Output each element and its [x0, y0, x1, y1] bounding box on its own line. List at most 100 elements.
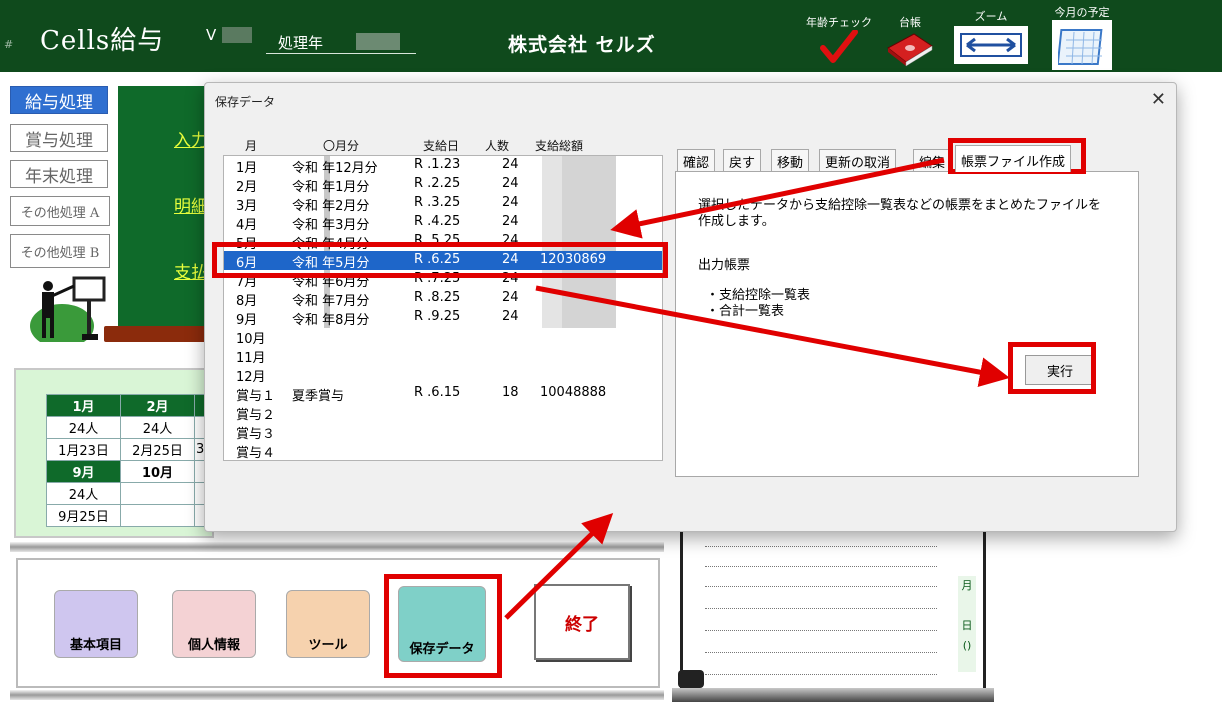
personal-info-button[interactable]: 個人情報 — [172, 590, 256, 658]
tab-confirm[interactable]: 確認 — [677, 149, 716, 171]
building-icon: 基本項目 — [54, 590, 138, 658]
list-row[interactable]: 賞与１ 夏季賞与 R .6.15 18 10048888 — [224, 384, 662, 404]
checkmark-icon — [820, 29, 858, 63]
list-cell-date: R .6.15 — [414, 385, 461, 400]
exit-button[interactable]: 終了 — [534, 584, 630, 660]
saved-data-dialog: 保存データ ✕ 月 〇月分 支給日 人数 支給総額 1月 令和 年12月分 R .1… — [204, 82, 1177, 532]
statement-link[interactable]: 明細 — [174, 192, 208, 217]
notebook-month-label: 月 — [961, 579, 973, 592]
list-row[interactable]: 賞与３ — [224, 422, 662, 442]
list-cell-count: 18 — [502, 385, 519, 400]
list-row[interactable]: 3月 令和 年2月分 R .3.25 24 — [224, 194, 662, 214]
close-icon[interactable]: ✕ — [1151, 89, 1166, 110]
basic-items-button[interactable]: 基本項目 — [54, 590, 138, 658]
calendar-icon — [1052, 20, 1112, 70]
version-label: V — [206, 26, 217, 44]
year-redacted — [356, 33, 400, 50]
age-check-label: 年齢チェック — [806, 16, 872, 29]
binder-icon — [887, 33, 933, 67]
list-cell-month: 8月 — [236, 294, 258, 309]
list-row[interactable]: 賞与４ — [224, 441, 662, 460]
list-cell-date: R .4.25 — [414, 214, 461, 229]
output-report-item: ・合計一覧表 — [706, 304, 785, 319]
list-cell-month: 賞与１ — [236, 389, 276, 404]
calendar-month-header: 1月 — [46, 394, 121, 417]
version-redacted — [222, 27, 252, 43]
shelf-rail-top — [10, 542, 664, 552]
list-row[interactable]: 9月 令和 年8月分 R .9.25 24 — [224, 308, 662, 328]
annotation-box-saved-data — [384, 574, 502, 678]
nav-payroll[interactable]: 給与処理 — [10, 86, 108, 114]
notebook-binding — [672, 688, 994, 702]
calendar-month-header: 9月 — [46, 460, 121, 483]
list-cell-total: 10048888 — [540, 385, 607, 400]
list-cell-period: 令和 年12月分 — [292, 161, 378, 176]
list-row[interactable]: 10月 — [224, 327, 662, 347]
age-check-button[interactable]: 年齢チェック — [806, 14, 872, 69]
tab-cancel-update[interactable]: 更新の取消 — [819, 149, 897, 171]
column-total: 支給総額 — [535, 139, 584, 153]
worker-icon: ツール — [286, 590, 370, 658]
list-row[interactable]: 11月 — [224, 346, 662, 366]
list-cell-period: 令和 年7月分 — [292, 294, 370, 309]
app-title: Cells給与 — [40, 26, 165, 56]
list-cell-count: 24 — [502, 157, 519, 172]
calendar-month-header: 2月 — [120, 394, 195, 417]
list-row[interactable]: 8月 令和 年7月分 R .8.25 24 — [224, 289, 662, 309]
calendar-month-header: 10月 — [120, 460, 195, 483]
list-cell-month: 11月 — [236, 351, 266, 366]
list-row[interactable]: 1月 令和 年12月分 R .1.23 24 — [224, 156, 662, 176]
list-cell-period: 令和 年1月分 — [292, 180, 370, 195]
tools-button[interactable]: ツール — [286, 590, 370, 658]
saved-data-list[interactable]: 1月 令和 年12月分 R .1.23 24 2月 令和 年1月分 R .2.25 24 3月令… — [223, 155, 663, 461]
list-row[interactable]: 12月 — [224, 365, 662, 385]
nav-bonus[interactable]: 賞与処理 — [10, 124, 108, 152]
column-headcount: 人数 — [485, 139, 510, 153]
list-row[interactable]: 賞与２ — [224, 403, 662, 423]
list-row[interactable]: 4月 令和 年3月分 R .4.25 24 — [224, 213, 662, 233]
list-cell-month: 2月 — [236, 180, 258, 195]
tab-restore[interactable]: 戻す — [723, 149, 762, 171]
list-cell-date: R .9.25 — [414, 309, 461, 324]
company-name: 株式会社 セルズ — [508, 34, 656, 56]
dialog-title: 保存データ — [215, 95, 276, 109]
calendar-count-cell: 24人 — [46, 416, 121, 439]
list-cell-date: R .2.25 — [414, 176, 461, 191]
calendar-date-cell: 2月25日 — [120, 438, 195, 461]
zoom-label: ズーム — [974, 10, 1008, 23]
basic-items-label: 基本項目 — [69, 638, 122, 653]
zoom-arrows-icon — [954, 26, 1028, 64]
app-header: # Cells給与 V 処理年 株式会社 セルズ 年齢チェック 台帳 ズーム 今… — [0, 0, 1222, 72]
monthly-schedule-button[interactable]: 今月の予定 — [1052, 4, 1112, 70]
ledger-button[interactable]: 台帳 — [884, 14, 936, 71]
list-cell-count: 24 — [502, 309, 519, 324]
report-file-tab-page: 選択したデータから支給控除一覧表などの帳票をまとめたファイルを作成します。 出力… — [675, 171, 1139, 477]
list-cell-date: R .8.25 — [414, 290, 461, 305]
input-link[interactable]: 入力 — [174, 126, 208, 151]
nav-other-b[interactable]: その他処理 B — [10, 234, 110, 268]
nav-other-a[interactable]: その他処理 A — [10, 196, 110, 226]
column-period: 〇月分 — [323, 139, 360, 153]
calendar-count-cell: 24人 — [120, 416, 195, 439]
list-cell-date: R .3.25 — [414, 195, 461, 210]
list-row[interactable]: 2月 令和 年1月分 R .2.25 24 — [224, 175, 662, 195]
list-cell-count: 24 — [502, 214, 519, 229]
tab-create-report-file[interactable]: 帳票ファイル作成 — [955, 145, 1072, 172]
notebook-clip — [678, 670, 704, 688]
list-cell-month: 12月 — [236, 370, 266, 385]
list-cell-period: 夏季賞与 — [292, 389, 345, 404]
tab-edit[interactable]: 編集 — [913, 149, 952, 171]
column-month: 月 — [245, 139, 258, 153]
list-cell-date: R .1.23 — [414, 157, 461, 172]
calendar-date-cell: 9月25日 — [46, 504, 121, 527]
hash-mark: # — [4, 38, 14, 51]
calendar-date-cell: 1月23日 — [46, 438, 121, 461]
shelf-rail-bottom — [10, 690, 664, 700]
zoom-button[interactable]: ズーム — [954, 8, 1028, 64]
presenter-illustration-icon — [30, 276, 106, 342]
payment-link[interactable]: 支払 — [174, 258, 208, 283]
list-cell-month: 賞与４ — [236, 446, 276, 461]
nav-year-end[interactable]: 年末処理 — [10, 160, 108, 188]
calendar-count-cell: 24人 — [46, 482, 121, 505]
tab-move[interactable]: 移動 — [771, 149, 810, 171]
